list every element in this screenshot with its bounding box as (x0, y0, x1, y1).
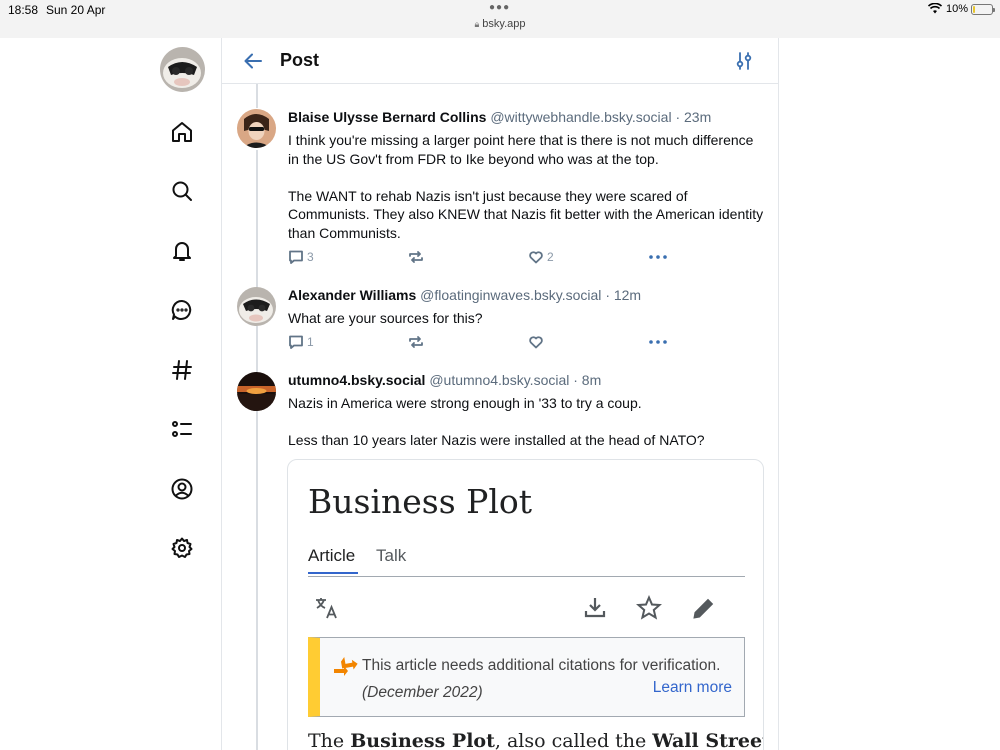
post-time[interactable]: · 8m (573, 372, 601, 388)
post-body: What are your sources for this? (288, 309, 768, 328)
ellipsis-icon (649, 255, 667, 259)
tab-talk: Talk (376, 546, 407, 565)
lock-icon: 🔒︎ (474, 19, 480, 29)
reply-button[interactable]: 3 (288, 249, 314, 265)
reply-icon (289, 335, 303, 349)
post-actions: 1 (288, 334, 688, 352)
ellipsis-icon (649, 340, 667, 344)
repost-button[interactable] (408, 334, 424, 350)
notice-date: (December 2022) (362, 684, 483, 701)
post-body: Nazis in America were strong enough in '… (288, 394, 768, 450)
repost-button[interactable] (408, 249, 424, 265)
bell-icon[interactable] (169, 238, 195, 264)
author-name[interactable]: Alexander Williams (288, 287, 416, 303)
list-icon[interactable] (169, 416, 195, 442)
sliders-icon[interactable] (733, 50, 755, 72)
repost-icon (409, 336, 423, 348)
status-date: Sun 20 Apr (46, 3, 106, 17)
url-text: bsky.app (482, 18, 526, 30)
author-handle[interactable]: @wittywebhandle.bsky.social (490, 109, 671, 125)
post-header-line: utumno4.bsky.social @utumno4.bsky.social… (288, 372, 601, 388)
more-options-button[interactable] (648, 249, 668, 265)
reply-icon (289, 250, 303, 264)
battery-icon (971, 4, 995, 15)
more-options-button[interactable] (648, 334, 668, 350)
chat-icon[interactable] (169, 297, 195, 323)
wiki-article-title: Business Plot (308, 482, 533, 521)
pencil-icon (693, 598, 714, 619)
post-header-line: Blaise Ulysse Bernard Collins @wittywebh… (288, 109, 711, 125)
post-actions: 3 2 (288, 249, 688, 267)
gear-icon[interactable] (169, 535, 195, 561)
thread-column: Post Blaise Ulysse Bernard Collins @witt… (221, 38, 779, 750)
citation-notice: This article needs additional citations … (308, 637, 745, 717)
author-handle[interactable]: @floatinginwaves.bsky.social (420, 287, 601, 303)
post-paragraph: What are your sources for this? (288, 310, 483, 326)
page: Post Blaise Ulysse Bernard Collins @witt… (0, 38, 1000, 750)
download-icon (584, 598, 606, 618)
post-paragraph: Less than 10 years later Nazis were inst… (288, 432, 705, 448)
reply-count: 1 (307, 335, 314, 349)
embedded-image[interactable]: Business Plot Article Talk This article … (287, 459, 764, 750)
translate-icon (316, 598, 337, 619)
like-button[interactable]: 2 (528, 249, 554, 265)
reply-count: 3 (307, 250, 314, 264)
post-time[interactable]: · 12m (605, 287, 641, 303)
post-header-line: Alexander Williams @floatinginwaves.bsky… (288, 287, 641, 303)
learn-more-link: Learn more (652, 679, 732, 696)
tab-article: Article (308, 546, 356, 565)
tab-underline (308, 572, 358, 574)
star-icon (636, 595, 662, 620)
multitasking-dots-icon[interactable]: ●●● (489, 2, 510, 13)
profile-icon[interactable] (169, 476, 195, 502)
post-paragraph: I think you're missing a larger point he… (288, 132, 754, 167)
avatar[interactable] (237, 287, 276, 326)
hashtag-icon[interactable] (169, 357, 195, 383)
ios-status-bar: 18:58 Sun 20 Apr ●●● 🔒︎ bsky.app 10% (0, 0, 1000, 38)
body-text: The (308, 730, 351, 750)
page-title: Post (280, 50, 320, 70)
post-time[interactable]: · 23m (675, 109, 711, 125)
avatar[interactable] (237, 109, 276, 148)
search-icon[interactable] (169, 178, 195, 204)
body-bold: Wall Street (652, 730, 764, 750)
reply-button[interactable]: 1 (288, 334, 314, 350)
url-bar[interactable]: 🔒︎ bsky.app (0, 18, 1000, 30)
body-text: , also called the (494, 730, 653, 750)
arrows-icon (334, 656, 358, 676)
status-time: 18:58 (8, 3, 39, 17)
like-count: 2 (547, 250, 554, 264)
body-bold: Business Plot (350, 730, 495, 750)
battery-percent: 10% (946, 3, 969, 15)
post-paragraph: Nazis in America were strong enough in '… (288, 395, 642, 411)
avatar[interactable] (237, 372, 276, 411)
wifi-icon (927, 2, 943, 17)
heart-icon (529, 251, 543, 264)
notice-message: This article needs additional citations … (362, 657, 721, 674)
post-item[interactable]: Alexander Williams @floatinginwaves.bsky… (222, 287, 778, 357)
post-item[interactable]: Blaise Ulysse Bernard Collins @wittywebh… (222, 109, 778, 269)
author-name[interactable]: Blaise Ulysse Bernard Collins (288, 109, 486, 125)
post-header: Post (222, 38, 778, 84)
author-name[interactable]: utumno4.bsky.social (288, 372, 425, 388)
wiki-lead-text: The Business Plot, also called the Wall … (308, 730, 764, 750)
home-icon[interactable] (169, 119, 195, 145)
my-avatar[interactable] (160, 47, 205, 92)
repost-icon (409, 251, 423, 263)
thread-line (256, 84, 258, 108)
heart-icon (529, 336, 543, 349)
author-handle[interactable]: @utumno4.bsky.social (429, 372, 569, 388)
like-button[interactable] (528, 334, 544, 350)
post-body: I think you're missing a larger point he… (288, 131, 768, 242)
divider (308, 576, 745, 577)
post-paragraph: The WANT to rehab Nazis isn't just becau… (288, 187, 764, 241)
arrow-left-icon[interactable] (242, 50, 264, 72)
